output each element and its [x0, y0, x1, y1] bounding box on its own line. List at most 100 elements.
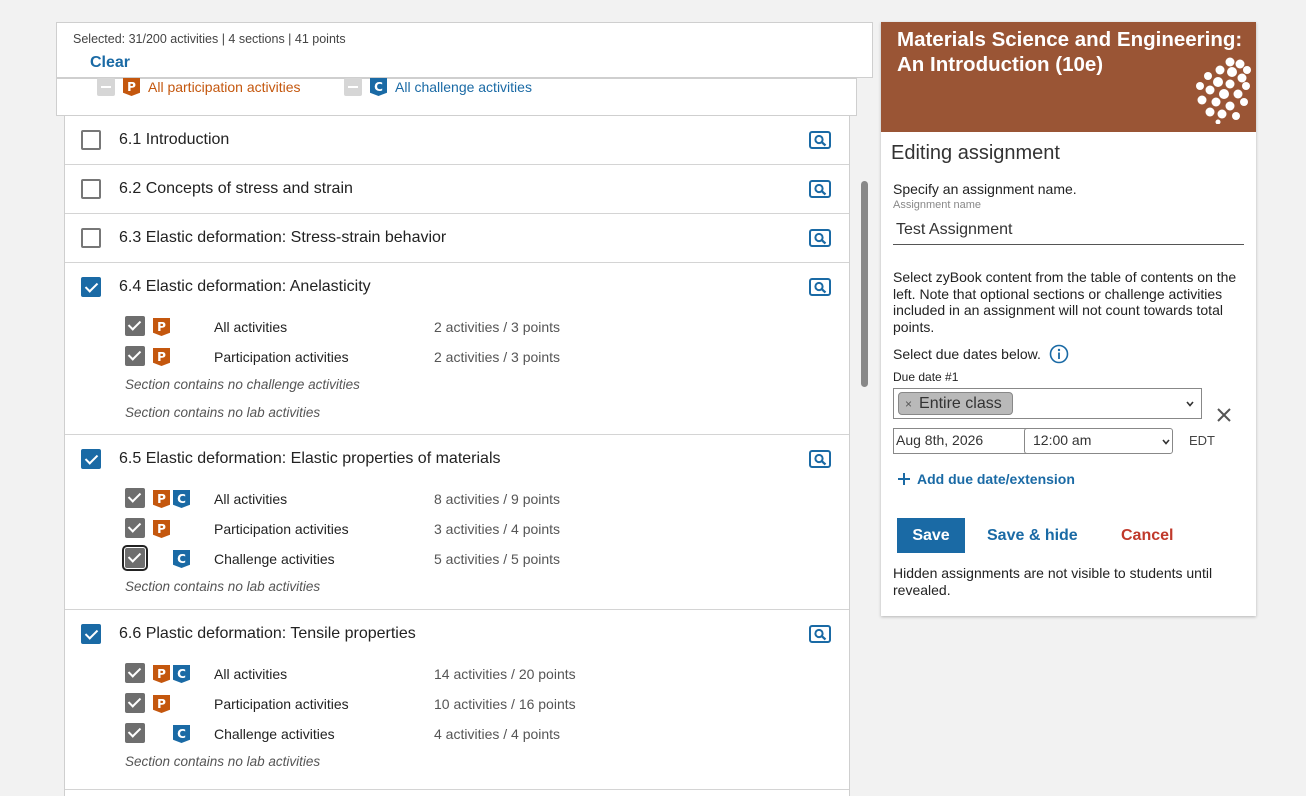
activity-label: Challenge activities	[214, 726, 335, 742]
activity-row: C Challenge activities 4 activities / 4 po…	[125, 722, 825, 744]
activity-count: 4 activities / 4 points	[434, 726, 561, 742]
preview-icon[interactable]	[809, 180, 831, 198]
chip-remove-icon[interactable]: ×	[905, 397, 912, 411]
section-title: 6.5 Elastic deformation: Elastic propert…	[119, 450, 501, 467]
activity-label: Challenge activities	[214, 551, 335, 567]
activity-label: Participation activities	[214, 349, 349, 365]
participation-icon: P	[153, 665, 170, 683]
activity-row: P All activities 2 activities / 3 points	[125, 315, 825, 337]
assignment-editor-panel: Materials Science and Engineering: An In…	[881, 22, 1256, 616]
challenge-icon: C	[173, 725, 190, 743]
activity-row: C Challenge activities 5 activities / 5 po…	[122, 545, 825, 571]
assignment-name-label: Assignment name	[893, 199, 982, 211]
preview-icon[interactable]	[809, 278, 831, 296]
section-header: 6.1 Introduction	[65, 116, 849, 164]
challenge-icon: C	[173, 550, 190, 568]
section-item: 6.5 Elastic deformation: Elastic propert…	[65, 435, 849, 610]
preview-icon[interactable]	[809, 229, 831, 247]
activity-checkbox[interactable]	[122, 545, 148, 571]
participation-icon: P	[153, 318, 170, 336]
plus-icon	[898, 473, 910, 485]
activity-checkbox[interactable]	[125, 316, 145, 336]
section-checkbox[interactable]	[81, 277, 101, 297]
remove-due-date-icon[interactable]	[1213, 404, 1235, 426]
activity-checkbox[interactable]	[125, 346, 145, 366]
participation-icon: P	[153, 695, 170, 713]
section-item: 6.2 Concepts of stress and strain	[65, 165, 849, 214]
section-item: 6.1 Introduction	[65, 116, 849, 165]
scrollbar-thumb[interactable]	[861, 181, 868, 387]
participation-icon: P	[153, 348, 170, 366]
save-and-hide-button[interactable]: Save & hide	[987, 527, 1078, 545]
activity-count: 14 activities / 20 points	[434, 666, 576, 682]
info-icon[interactable]	[1049, 344, 1069, 364]
preview-icon[interactable]	[809, 625, 831, 643]
section-title: 6.3 Elastic deformation: Stress-strain b…	[119, 229, 447, 246]
section-checkbox[interactable]	[81, 179, 101, 199]
class-select[interactable]: × Entire class	[893, 388, 1202, 419]
activity-count: 5 activities / 5 points	[434, 551, 561, 567]
due-dates-label: Select due dates below.	[893, 346, 1041, 362]
selection-summary-bar: Selected: 31/200 activities | 4 sections…	[56, 22, 873, 78]
activity-label: Participation activities	[214, 521, 349, 537]
activity-checkbox[interactable]	[125, 488, 145, 508]
section-checkbox[interactable]	[81, 130, 101, 150]
activity-row: P Participation activities 2 activities / …	[125, 345, 825, 367]
activity-checkbox[interactable]	[125, 663, 145, 683]
section-checkbox[interactable]	[81, 228, 101, 248]
section-checkbox[interactable]	[81, 449, 101, 469]
activity-count: 2 activities / 3 points	[434, 319, 561, 335]
instructions-text: Select zyBook content from the table of …	[893, 269, 1237, 335]
section-item: 6.3 Elastic deformation: Stress-strain b…	[65, 214, 849, 263]
save-button[interactable]: Save	[897, 518, 965, 553]
section-note: Section contains no lab activities	[125, 405, 321, 420]
timezone-label: EDT	[1189, 433, 1215, 448]
book-logo-icon	[1196, 57, 1251, 124]
chip-label: Entire class	[919, 394, 1002, 412]
section-item: 6.6 Plastic deformation: Tensile propert…	[65, 610, 849, 790]
section-list: 6.1 Introduction 6.2 Concepts of stress a…	[64, 116, 850, 796]
add-due-date-button[interactable]: Add due date/extension	[897, 471, 1075, 487]
due-dates-row: Select due dates below.	[893, 344, 1069, 364]
book-header: Materials Science and Engineering: An In…	[881, 22, 1256, 132]
challenge-icon: C	[173, 490, 190, 508]
page-title: Editing assignment	[891, 142, 1060, 164]
section-header: 6.5 Elastic deformation: Elastic propert…	[65, 435, 849, 483]
activity-row: P Participation activities 3 activities / …	[125, 517, 825, 539]
participation-icon: P	[153, 520, 170, 538]
entire-class-chip: × Entire class	[898, 392, 1013, 415]
section-note: Section contains no lab activities	[125, 579, 321, 594]
activity-checkbox[interactable]	[125, 693, 145, 713]
cancel-button[interactable]: Cancel	[1121, 527, 1173, 545]
challenge-icon: C	[370, 78, 387, 96]
section-header: 6.2 Concepts of stress and strain	[65, 165, 849, 213]
activity-count: 2 activities / 3 points	[434, 349, 561, 365]
assignment-name-input[interactable]	[893, 215, 1244, 245]
section-checkbox[interactable]	[81, 624, 101, 644]
activity-row: P C All activities 14 activities / 20 point…	[125, 662, 825, 684]
activity-checkbox[interactable]	[125, 723, 145, 743]
chevron-down-icon	[1162, 439, 1170, 445]
activity-count: 3 activities / 4 points	[434, 521, 561, 537]
filter-challenge-label[interactable]: All challenge activities	[395, 79, 532, 95]
indeterminate-checkbox[interactable]	[97, 78, 115, 96]
filter-participation[interactable]: P All participation activities	[97, 78, 301, 96]
indeterminate-checkbox[interactable]	[344, 78, 362, 96]
filter-participation-label[interactable]: All participation activities	[148, 79, 301, 95]
activity-checkbox[interactable]	[125, 518, 145, 538]
section-item: 6.4 Elastic deformation: Anelasticity P Al…	[65, 263, 849, 435]
section-header: 6.6 Plastic deformation: Tensile propert…	[65, 610, 849, 658]
activity-row: P Participation activities 10 activities /…	[125, 692, 825, 714]
preview-icon[interactable]	[809, 131, 831, 149]
due-time-select[interactable]: 12:00 am	[1024, 428, 1173, 454]
selection-summary: Selected: 31/200 activities | 4 sections…	[73, 32, 346, 46]
section-title: 6.6 Plastic deformation: Tensile propert…	[119, 625, 416, 642]
due-date-number: Due date #1	[893, 370, 959, 384]
preview-icon[interactable]	[809, 450, 831, 468]
activity-count: 10 activities / 16 points	[434, 696, 576, 712]
section-note: Section contains no challenge activities	[125, 377, 360, 392]
filter-challenge[interactable]: C All challenge activities	[344, 78, 532, 96]
activity-filter-box: P All participation activities C All cha…	[56, 78, 857, 116]
participation-icon: P	[123, 78, 140, 96]
clear-selection-link[interactable]: Clear	[90, 54, 130, 72]
